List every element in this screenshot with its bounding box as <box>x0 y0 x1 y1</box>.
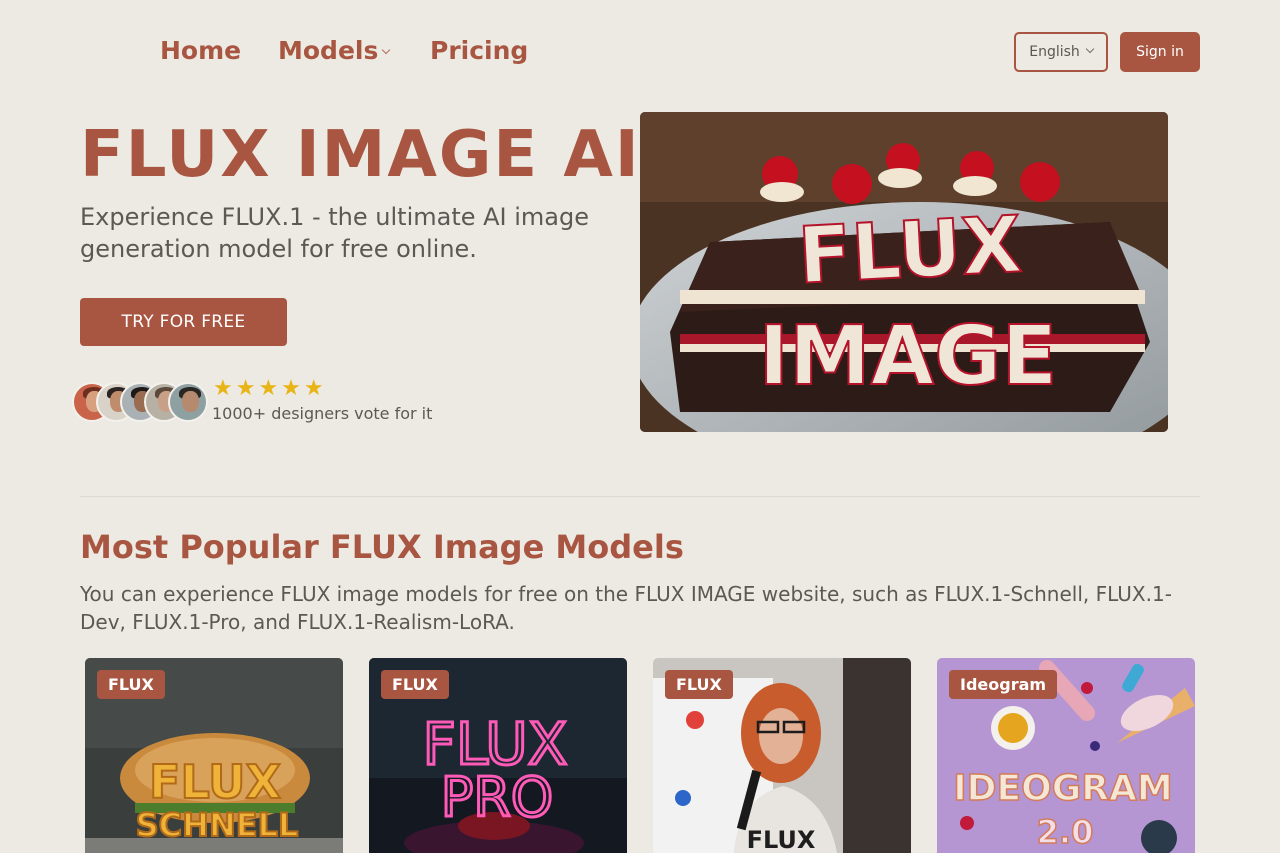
chevron-down-icon <box>1085 44 1095 54</box>
vote-text: 1000+ designers vote for it <box>212 404 433 423</box>
model-card-flux-schnell[interactable]: FLUX SCHNELL FLUX <box>85 658 343 853</box>
nav-home-label: Home <box>160 36 242 65</box>
avatar <box>168 382 208 422</box>
hero-image-text-image: IMAGE <box>759 309 1058 404</box>
card-image-text-schnell: SCHNELL <box>136 806 299 844</box>
hero-title: FLUX IMAGE AI <box>80 118 641 192</box>
nav-models-label: Models <box>278 36 379 65</box>
sign-in-label: Sign in <box>1136 44 1184 60</box>
card-image-text-version: 2.0 <box>1037 813 1094 851</box>
chevron-down-icon <box>382 45 391 55</box>
hero-cake-image: FLUX IMAGE <box>640 112 1168 432</box>
nav-pricing-label: Pricing <box>430 36 529 65</box>
nav-models-dropdown[interactable]: Models <box>278 36 391 65</box>
try-for-free-button[interactable]: TRY FOR FREE <box>80 298 287 346</box>
model-badge: FLUX <box>381 670 449 699</box>
language-select[interactable]: English <box>1014 32 1108 72</box>
card-image-text-flux: FLUX <box>747 826 816 853</box>
cta-label: TRY FOR FREE <box>121 312 246 332</box>
nav-pricing-link[interactable]: Pricing <box>430 36 528 65</box>
model-card-flux-pro[interactable]: FLUX PRO FLUX <box>369 658 627 853</box>
section-description: You can experience FLUX image models for… <box>80 582 1172 634</box>
model-card-ideogram[interactable]: IDEOGRAM 2.0 Ideogram <box>937 658 1195 853</box>
model-card-flux-realism[interactable]: FLUX FLUX <box>653 658 911 853</box>
language-value: English <box>1029 44 1080 60</box>
top-nav: Home Models Pricing English Sign in <box>0 0 1280 104</box>
hero-image-text-flux: FLUX <box>796 200 1024 302</box>
nav-home-link[interactable]: Home <box>160 36 241 65</box>
rating-stars: ★★★★★ <box>213 376 327 401</box>
hero-subtitle: Experience FLUX.1 - the ultimate AI imag… <box>80 203 590 263</box>
card-image-text-pro: PRO <box>441 766 554 829</box>
model-badge: Ideogram <box>949 670 1058 699</box>
model-badge: FLUX <box>665 670 733 699</box>
sign-in-button[interactable]: Sign in <box>1120 32 1200 72</box>
card-image-text-flux: FLUX <box>149 755 281 809</box>
designer-avatars <box>72 382 212 422</box>
model-badge: FLUX <box>97 670 165 699</box>
section-title: Most Popular FLUX Image Models <box>80 528 684 566</box>
card-image-text-ideogram: IDEOGRAM <box>953 768 1172 809</box>
section-divider <box>80 496 1200 497</box>
